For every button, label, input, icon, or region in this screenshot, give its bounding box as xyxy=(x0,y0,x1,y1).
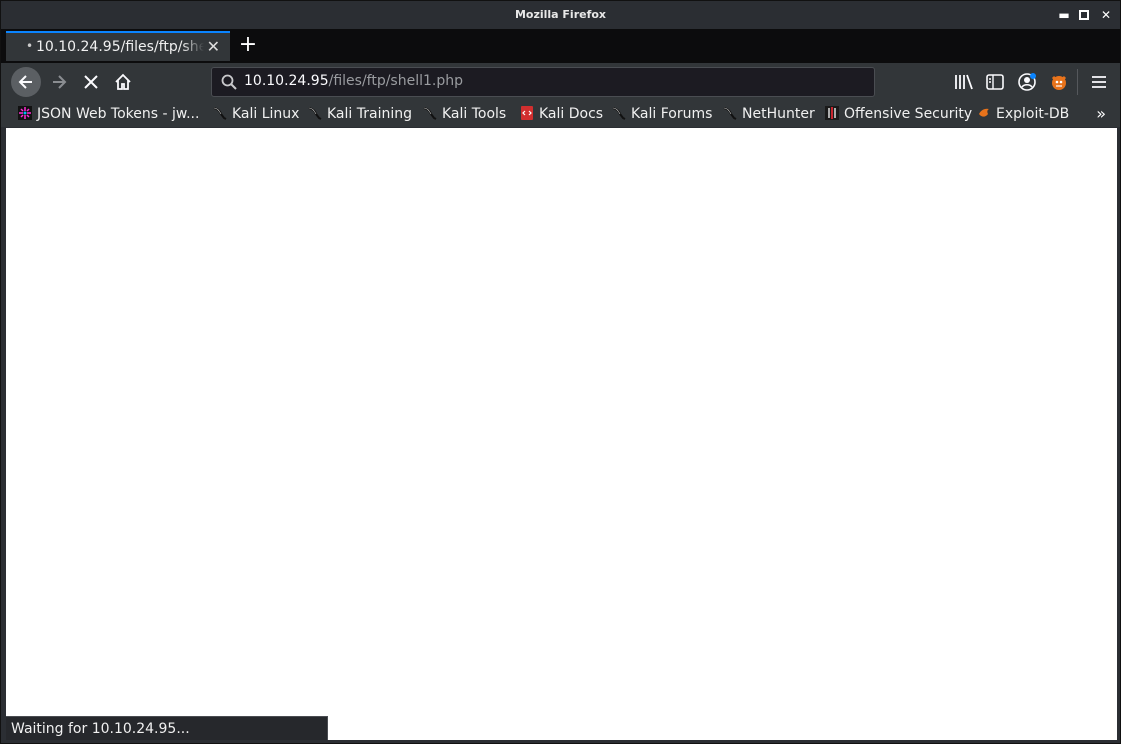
bookmark-item[interactable]: Kali Training xyxy=(308,105,412,123)
bookmark-item[interactable]: Kali Forums xyxy=(612,105,712,123)
bookmark-label: NetHunter xyxy=(742,106,815,122)
page-content xyxy=(6,128,1117,740)
bookmarks-toolbar: JSON Web Tokens - jw... Kali Linux Kali … xyxy=(1,101,1120,127)
maximize-icon[interactable] xyxy=(1076,7,1092,23)
url-text: 10.10.24.95/files/ftp/shell1.php xyxy=(244,73,463,89)
tab-strip: • 10.10.24.95/files/ftp/shell1.php ✕ + xyxy=(1,29,1120,63)
url-host: 10.10.24.95 xyxy=(244,73,329,89)
extension-fox-icon[interactable] xyxy=(1048,71,1070,93)
bookmark-item[interactable]: Kali Linux xyxy=(213,105,299,123)
library-icon[interactable] xyxy=(953,71,975,93)
title-bar: Mozilla Firefox ▬ ✕ xyxy=(1,1,1120,29)
exploitdb-icon xyxy=(979,108,989,117)
stop-loading-button[interactable] xyxy=(76,67,106,97)
home-button[interactable] xyxy=(108,67,138,97)
tab-close-icon[interactable]: ✕ xyxy=(207,37,220,56)
bookmark-item[interactable]: Offensive Security xyxy=(825,105,972,123)
bookmark-item[interactable]: Exploit-DB xyxy=(977,105,1069,123)
address-bar[interactable]: 10.10.24.95/files/ftp/shell1.php xyxy=(211,67,875,97)
kali-dragon-icon xyxy=(423,107,437,120)
kali-dragon-icon xyxy=(723,107,737,120)
forward-button[interactable] xyxy=(44,67,74,97)
tab-title: 10.10.24.95/files/ftp/shell1.php xyxy=(36,39,204,55)
toolbar-separator xyxy=(1077,69,1078,95)
bookmark-label: Kali Docs xyxy=(539,106,604,122)
bookmark-label: Kali Training xyxy=(327,106,412,122)
bookmark-item[interactable]: JSON Web Tokens - jw... xyxy=(18,105,199,123)
tab-loading-dot: • xyxy=(26,39,34,53)
bookmark-label: Kali Tools xyxy=(442,106,507,122)
bookmark-item[interactable]: Kali Docs xyxy=(520,105,603,123)
bookmark-item[interactable]: NetHunter xyxy=(723,105,815,123)
browser-window: Mozilla Firefox ▬ ✕ • 10.10.24.95/files/… xyxy=(0,0,1121,744)
hamburger-menu-icon[interactable] xyxy=(1088,71,1110,93)
bookmark-label: JSON Web Tokens - jw... xyxy=(37,106,200,122)
back-button[interactable] xyxy=(11,67,41,97)
search-icon xyxy=(221,74,237,90)
close-window-icon[interactable]: ✕ xyxy=(1098,7,1114,23)
offsec-icon xyxy=(825,106,839,120)
navigation-toolbar: 10.10.24.95/files/ftp/shell1.php xyxy=(1,63,1120,101)
jwt-icon xyxy=(18,106,32,120)
bookmark-label: Offensive Security xyxy=(844,106,973,122)
bookmark-label: Kali Forums xyxy=(631,106,713,122)
tab-active[interactable]: • 10.10.24.95/files/ftp/shell1.php ✕ xyxy=(6,31,230,61)
bookmark-item[interactable]: Kali Tools xyxy=(423,105,506,123)
bookmark-label: Kali Linux xyxy=(232,106,300,122)
account-icon[interactable] xyxy=(1016,71,1038,93)
kali-dragon-icon xyxy=(308,107,322,120)
status-panel: Waiting for 10.10.24.95... xyxy=(6,716,328,740)
window-title: Mozilla Firefox xyxy=(514,8,607,21)
kali-docs-icon xyxy=(521,106,533,120)
sidebar-icon[interactable] xyxy=(984,71,1006,93)
kali-dragon-icon xyxy=(213,107,227,120)
new-tab-button[interactable]: + xyxy=(237,31,259,59)
url-path: /files/ftp/shell1.php xyxy=(328,73,463,89)
kali-dragon-icon xyxy=(612,107,626,120)
bookmark-label: Exploit-DB xyxy=(996,106,1070,122)
bookmarks-overflow-chevron-icon[interactable]: » xyxy=(1096,104,1106,123)
minimize-icon[interactable]: ▬ xyxy=(1056,7,1072,23)
